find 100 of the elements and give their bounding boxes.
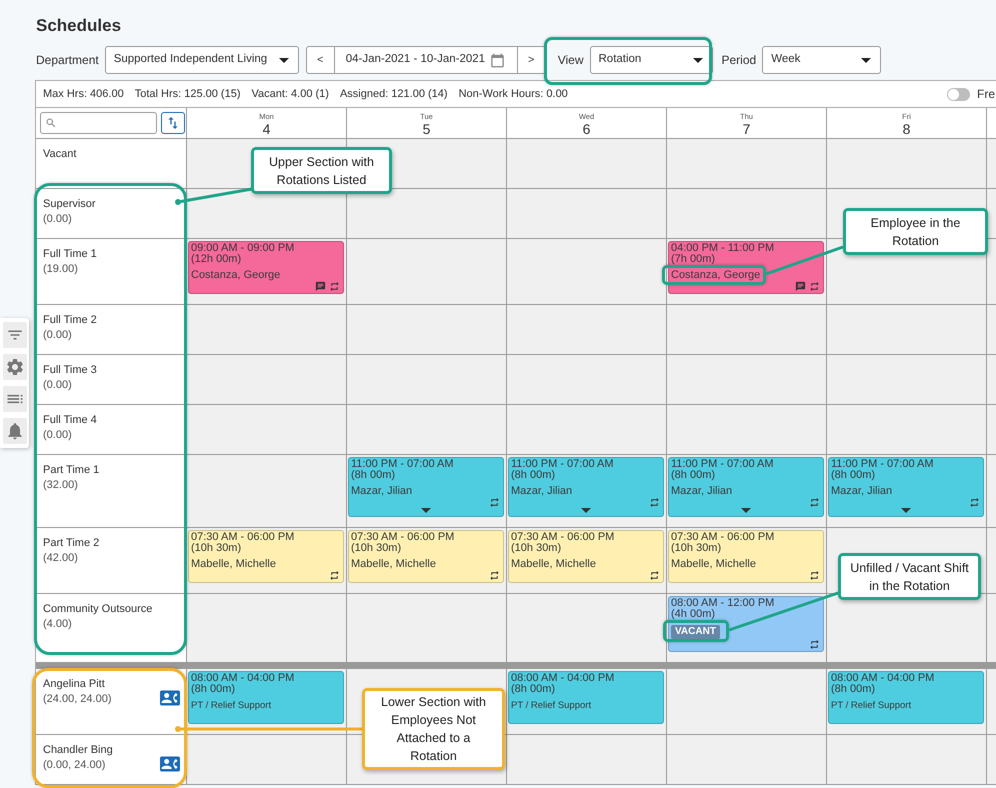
shift-card[interactable]: 07:30 AM - 06:00 PM (10h 30m) Mabelle, Michelle (348, 530, 504, 583)
comment-icon[interactable] (795, 280, 806, 292)
employee-hours: (24.00, 24.00) (43, 692, 112, 707)
notifications-button[interactable] (2, 418, 26, 444)
page-title: Schedules (36, 15, 122, 37)
employee-name: Mazar, Jilian (511, 486, 572, 497)
period-select[interactable]: Week (762, 46, 882, 74)
employee-hours: (0.00, 24.00) (43, 758, 106, 773)
stat-text: Assigned: 121.00 (14) (340, 86, 448, 102)
search-icon (45, 117, 57, 129)
employee-name: Angelina Pitt (43, 677, 105, 692)
caret-icon[interactable] (741, 508, 751, 513)
repeat-icon[interactable] (809, 570, 820, 580)
rotation-hours: (0.00) (43, 212, 72, 227)
caret-icon[interactable] (421, 508, 431, 513)
shift-time: 11:00 PM - 07:00 AM (831, 459, 934, 470)
contact-card-icon[interactable] (160, 688, 180, 708)
stat-text: Non-Work Hours: 0.00 (458, 86, 568, 102)
filter-button[interactable] (2, 322, 26, 348)
rotation-name: Full Time 2 (43, 313, 97, 328)
rotation-hours: (0.00) (43, 428, 72, 443)
caret-icon[interactable] (901, 508, 911, 513)
view-select[interactable]: Rotation (590, 46, 712, 74)
contact-card-icon[interactable] (160, 754, 180, 774)
field-label: View (558, 52, 584, 69)
field-label: Department (36, 52, 99, 69)
rotation-hours: (42.00) (43, 551, 78, 566)
shift-time: 07:30 AM - 06:00 PM (351, 532, 454, 543)
shift-card[interactable]: 09:00 AM - 09:00 PM (12h 00m) Costanza, George (188, 241, 344, 294)
rotation-name: Full Time 1 (43, 247, 97, 262)
previous-week-button[interactable]: < (306, 47, 335, 73)
callout-label: Employee in the Rotation (843, 208, 988, 255)
shift-duration: (8h 00m) (351, 470, 396, 481)
shift-duration: (10h 30m) (511, 543, 562, 554)
shift-card[interactable]: 04:00 PM - 11:00 PM (7h 00m) Costanza, George (668, 241, 824, 294)
settings-icon (4, 357, 24, 377)
shift-duration: (8h 00m) (511, 684, 556, 695)
caret-icon[interactable] (581, 508, 591, 513)
shift-role: PT / Relief Support (831, 700, 912, 711)
shift-time: 08:00 AM - 04:00 PM (831, 673, 934, 684)
calendar-icon[interactable] (490, 52, 505, 68)
repeat-icon[interactable] (809, 496, 820, 508)
shift-duration: (12h 00m) (191, 254, 242, 265)
day-number: 4 (262, 121, 270, 137)
rotation-name: Community Outsource (43, 602, 152, 617)
shift-duration: (8h 00m) (511, 470, 556, 481)
employee-name: Mabelle, Michelle (191, 559, 276, 570)
shift-duration: (8h 00m) (671, 470, 716, 481)
shift-time: 04:00 PM - 11:00 PM (671, 243, 774, 254)
vacant-badge: VACANT (671, 625, 720, 639)
employee-name: Mabelle, Michelle (671, 559, 756, 570)
shift-card[interactable]: 11:00 PM - 07:00 AM (8h 00m) Mazar, Jilian (668, 457, 824, 517)
rotation-hours: (0.00) (43, 378, 72, 393)
caret-icon (692, 58, 702, 62)
shift-duration: (8h 00m) (831, 684, 876, 695)
shift-time: 11:00 PM - 07:00 AM (351, 459, 454, 470)
shift-duration: (4h 00m) (671, 609, 716, 620)
stat-text: Vacant: 4.00 (1) (251, 86, 329, 102)
employee-name: Costanza, George (671, 270, 760, 281)
settings-button[interactable] (2, 354, 26, 380)
shift-card[interactable]: 07:30 AM - 06:00 PM (10h 30m) Mabelle, Michelle (188, 530, 344, 583)
employee-name: Mabelle, Michelle (511, 559, 596, 570)
shift-card[interactable]: 11:00 PM - 07:00 AM (8h 00m) Mazar, Jilian (508, 457, 664, 517)
shift-card[interactable]: 08:00 AM - 12:00 PM (4h 00m) VACANT (668, 596, 824, 652)
shift-card[interactable]: 11:00 PM - 07:00 AM (8h 00m) Mazar, Jilian (828, 457, 984, 517)
shift-duration: (8h 00m) (831, 470, 876, 481)
stat-text: Max Hrs: 406.00 (43, 86, 124, 102)
day-number: 8 (902, 121, 910, 137)
rotation-name: Full Time 3 (43, 363, 97, 378)
list-button[interactable] (2, 386, 26, 412)
repeat-icon[interactable] (489, 570, 500, 580)
repeat-icon[interactable] (649, 496, 660, 508)
repeat-icon[interactable] (329, 570, 340, 580)
shift-time: 07:30 AM - 06:00 PM (671, 532, 774, 543)
repeat-icon[interactable] (809, 638, 820, 650)
sort-button[interactable] (161, 112, 185, 134)
shift-card[interactable]: 07:30 AM - 06:00 PM (10h 30m) Mabelle, Michelle (508, 530, 664, 583)
comment-icon[interactable] (315, 280, 326, 292)
shift-card[interactable]: 08:00 AM - 04:00 PM (8h 00m) PT / Relief Support (188, 671, 344, 724)
employee-name: Mazar, Jilian (351, 486, 412, 497)
next-week-button[interactable]: > (516, 47, 545, 73)
shift-card[interactable]: 07:30 AM - 06:00 PM (10h 30m) Mabelle, Michelle (668, 530, 824, 583)
department-select[interactable]: Supported Independent Living (104, 46, 299, 74)
caret-icon (278, 58, 289, 62)
shift-card[interactable]: 11:00 PM - 07:00 AM (8h 00m) Mazar, Jilian (348, 457, 504, 517)
toggle-switch[interactable] (947, 88, 970, 100)
shift-time: 07:30 AM - 06:00 PM (191, 532, 294, 543)
employee-name: Costanza, George (191, 270, 280, 281)
search-field[interactable] (40, 112, 157, 134)
shift-card[interactable]: 08:00 AM - 04:00 PM (8h 00m) PT / Relief Support (828, 671, 984, 724)
repeat-icon[interactable] (969, 496, 980, 508)
rotation-name: Full Time 4 (43, 413, 97, 428)
shift-time: 09:00 AM - 09:00 PM (191, 243, 294, 254)
shift-duration: (10h 30m) (351, 543, 402, 554)
shift-duration: (8h 00m) (191, 684, 236, 695)
rotation-hours: (19.00) (43, 262, 78, 277)
repeat-icon[interactable] (489, 496, 500, 508)
shift-card[interactable]: 08:00 AM - 04:00 PM (8h 00m) PT / Relief Support (508, 671, 664, 724)
repeat-icon[interactable] (649, 570, 660, 580)
date-range-text[interactable]: 04-Jan-2021 - 10-Jan-2021 (334, 47, 490, 73)
